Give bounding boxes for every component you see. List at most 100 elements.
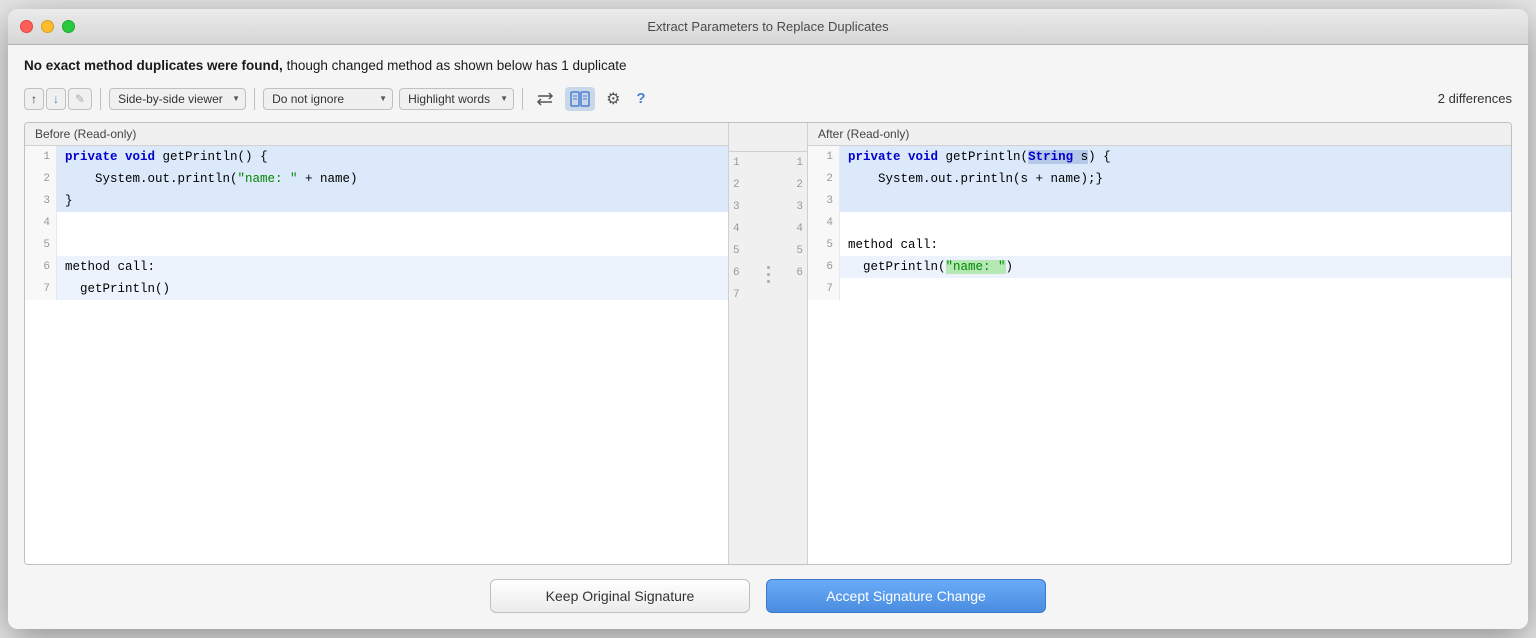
main-window: Extract Parameters to Replace Duplicates… <box>8 9 1528 629</box>
line-number: 2 <box>25 168 57 190</box>
line-number: 3 <box>25 190 57 212</box>
line-number: 6 <box>808 256 840 278</box>
line-content <box>57 212 728 234</box>
line-content: method call: <box>57 256 728 278</box>
table-row: 1 private void getPrintln(String s) { <box>808 146 1511 168</box>
ignore-select[interactable]: Do not ignore Ignore whitespace <box>263 88 393 110</box>
table-row: 5 <box>25 234 728 256</box>
traffic-lights <box>20 20 75 33</box>
next-diff-button[interactable]: ↓ <box>46 88 66 110</box>
table-row: 4 <box>25 212 728 234</box>
line-number: 4 <box>808 212 840 234</box>
down-arrow-icon: ↓ <box>53 92 59 106</box>
gutter-header <box>729 123 807 152</box>
footer: Keep Original Signature Accept Signature… <box>8 565 1528 629</box>
table-row: 2 System.out.println("name: " + name) <box>25 168 728 190</box>
window-title: Extract Parameters to Replace Duplicates <box>8 19 1528 34</box>
line-content: getPrintln("name: ") <box>840 256 1511 278</box>
table-row: 4 <box>808 212 1511 234</box>
line-number: 5 <box>25 234 57 256</box>
line-number: 6 <box>25 256 57 278</box>
gutter-dots <box>757 264 779 285</box>
gear-icon: ⚙ <box>606 89 620 109</box>
line-content <box>57 234 728 256</box>
viewer-select[interactable]: Side-by-side viewer Unified viewer <box>109 88 246 110</box>
line-content: private void getPrintln(String s) { <box>840 146 1511 168</box>
keep-original-button[interactable]: Keep Original Signature <box>490 579 750 613</box>
message-bold: No exact method duplicates were found, <box>24 58 283 73</box>
edit-button[interactable]: ✎ <box>68 88 92 110</box>
table-row: 1 private void getPrintln() { <box>25 146 728 168</box>
after-header: After (Read-only) <box>808 123 1511 146</box>
table-row: 3 } <box>25 190 728 212</box>
accept-change-button[interactable]: Accept Signature Change <box>766 579 1046 613</box>
message-rest: though changed method as shown below has… <box>287 58 627 73</box>
titlebar: Extract Parameters to Replace Duplicates <box>8 9 1528 45</box>
settings-button[interactable]: ⚙ <box>601 86 625 112</box>
up-arrow-icon: ↑ <box>31 92 37 106</box>
line-number: 4 <box>25 212 57 234</box>
table-row: 7 <box>808 278 1511 300</box>
edit-icon: ✎ <box>75 92 85 106</box>
gutter-line: 7 <box>729 284 807 306</box>
line-content: System.out.println("name: " + name) <box>57 168 728 190</box>
line-number: 3 <box>808 190 840 212</box>
line-number: 7 <box>25 278 57 300</box>
help-icon: ? <box>636 90 645 107</box>
gutter-body: 11 22 33 44 55 6 6 7 <box>729 152 807 564</box>
highlight-select-wrapper[interactable]: Highlight words Highlight lines <box>399 88 514 110</box>
differences-count: 2 differences <box>1438 91 1512 106</box>
gutter-line: 55 <box>729 240 807 262</box>
gutter-line: 22 <box>729 174 807 196</box>
line-content <box>840 190 1511 212</box>
sync-icon <box>536 90 554 108</box>
before-header: Before (Read-only) <box>25 123 728 146</box>
toolbar: ↑ ↓ ✎ Side-by-side viewer Unified viewer <box>24 86 1512 112</box>
line-number: 7 <box>808 278 840 300</box>
content-area: No exact method duplicates were found, t… <box>8 45 1528 565</box>
table-row: 3 <box>808 190 1511 212</box>
ignore-select-wrapper[interactable]: Do not ignore Ignore whitespace <box>263 88 393 110</box>
minimize-button[interactable] <box>41 20 54 33</box>
line-content: private void getPrintln() { <box>57 146 728 168</box>
maximize-button[interactable] <box>62 20 75 33</box>
separator-2 <box>254 88 255 110</box>
columns-icon <box>570 90 590 108</box>
line-content: method call: <box>840 234 1511 256</box>
help-button[interactable]: ? <box>631 87 650 110</box>
gutter-line: 6 6 <box>729 262 807 284</box>
line-content: getPrintln() <box>57 278 728 300</box>
table-row: 2 System.out.println(s + name);} <box>808 168 1511 190</box>
gutter-line: 44 <box>729 218 807 240</box>
viewer-select-wrapper[interactable]: Side-by-side viewer Unified viewer <box>109 88 246 110</box>
table-row: 6 method call: <box>25 256 728 278</box>
line-content <box>840 212 1511 234</box>
line-number: 1 <box>25 146 57 168</box>
nav-arrows: ↑ ↓ ✎ <box>24 88 92 110</box>
separator-1 <box>100 88 101 110</box>
before-body[interactable]: 1 private void getPrintln() { 2 System.o… <box>25 146 728 564</box>
table-row: 5 method call: <box>808 234 1511 256</box>
sync-button[interactable] <box>531 87 559 111</box>
line-number: 2 <box>808 168 840 190</box>
before-panel: Before (Read-only) 1 private void getPri… <box>25 123 728 564</box>
gutter-line: 11 <box>729 152 807 174</box>
close-button[interactable] <box>20 20 33 33</box>
gutter-line: 33 <box>729 196 807 218</box>
separator-3 <box>522 88 523 110</box>
prev-diff-button[interactable]: ↑ <box>24 88 44 110</box>
line-content <box>840 278 1511 300</box>
gutter-nums: 11 22 33 44 55 6 6 7 <box>729 152 807 306</box>
line-content: System.out.println(s + name);} <box>840 168 1511 190</box>
diff-gutter: 11 22 33 44 55 6 6 7 <box>728 123 808 564</box>
highlight-select[interactable]: Highlight words Highlight lines <box>399 88 514 110</box>
table-row: 7 getPrintln() <box>25 278 728 300</box>
line-content: } <box>57 190 728 212</box>
after-body[interactable]: 1 private void getPrintln(String s) { 2 … <box>808 146 1511 564</box>
line-number: 1 <box>808 146 840 168</box>
after-panel: After (Read-only) 1 private void getPrin… <box>808 123 1511 564</box>
columns-button[interactable] <box>565 87 595 111</box>
diff-container: Before (Read-only) 1 private void getPri… <box>24 122 1512 565</box>
line-number: 5 <box>808 234 840 256</box>
table-row: 6 getPrintln("name: ") <box>808 256 1511 278</box>
